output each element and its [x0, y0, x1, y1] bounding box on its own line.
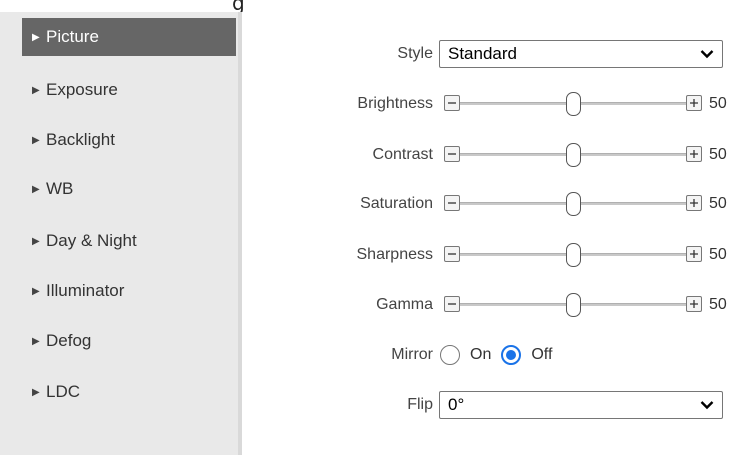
saturation-slider-thumb[interactable]	[566, 192, 581, 216]
plus-icon	[690, 150, 698, 158]
caret-right-icon: ▶	[32, 235, 40, 247]
sidebar-item-label: Illuminator	[46, 281, 125, 300]
mirror-off-label: Off	[531, 346, 553, 363]
caret-right-icon: ▶	[32, 335, 40, 347]
style-select[interactable]: Standard	[439, 40, 723, 68]
cut-header-text: g	[232, 0, 245, 12]
minus-icon	[448, 253, 456, 255]
slider-row-brightness: Brightness 50	[242, 89, 755, 119]
flip-select[interactable]: 0°	[439, 391, 723, 419]
style-row: Style Standard	[242, 39, 755, 69]
saturation-decrease-button[interactable]	[444, 195, 460, 211]
plus-icon	[690, 250, 698, 258]
sidebar-item-day-night[interactable]: ▶ Day & Night	[22, 222, 236, 260]
top-cut-strip: g	[0, 0, 755, 12]
sidebar-item-label: Backlight	[46, 130, 115, 149]
sidebar-item-picture[interactable]: ▶ Picture	[22, 18, 236, 56]
chevron-down-icon	[700, 401, 714, 410]
mirror-on-radio[interactable]	[440, 345, 460, 365]
contrast-label: Contrast	[372, 146, 433, 163]
gamma-label: Gamma	[376, 296, 433, 313]
sharpness-label: Sharpness	[356, 246, 434, 263]
chevron-down-icon	[700, 50, 714, 59]
gamma-decrease-button[interactable]	[444, 296, 460, 312]
minus-icon	[448, 303, 456, 305]
saturation-increase-button[interactable]	[686, 195, 702, 211]
sidebar-item-label: Exposure	[46, 80, 118, 99]
sidebar-item-label: WB	[46, 179, 74, 198]
minus-icon	[448, 202, 456, 204]
plus-icon	[690, 199, 698, 207]
flip-row: Flip 0°	[242, 390, 755, 420]
slider-row-gamma: Gamma 50	[242, 290, 755, 320]
minus-icon	[448, 102, 456, 104]
brightness-value: 50	[709, 95, 727, 112]
plus-icon	[690, 300, 698, 308]
contrast-slider-thumb[interactable]	[566, 143, 581, 167]
sidebar-item-label: Defog	[46, 331, 92, 350]
gamma-slider-thumb[interactable]	[566, 293, 581, 317]
sidebar-item-label: Picture	[46, 27, 99, 46]
mirror-on-label: On	[470, 346, 492, 363]
flip-select-value: 0°	[448, 395, 465, 414]
caret-right-icon: ▶	[32, 84, 40, 96]
sharpness-increase-button[interactable]	[686, 246, 702, 262]
slider-row-sharpness: Sharpness 50	[242, 240, 755, 270]
caret-right-icon: ▶	[32, 31, 40, 43]
slider-row-contrast: Contrast 50	[242, 140, 755, 170]
saturation-label: Saturation	[360, 195, 433, 212]
contrast-value: 50	[709, 146, 727, 163]
plus-icon	[690, 99, 698, 107]
brightness-slider-thumb[interactable]	[566, 92, 581, 116]
sharpness-value: 50	[709, 246, 727, 263]
sidebar-item-exposure[interactable]: ▶ Exposure	[22, 71, 236, 109]
gamma-increase-button[interactable]	[686, 296, 702, 312]
contrast-decrease-button[interactable]	[444, 146, 460, 162]
caret-right-icon: ▶	[32, 285, 40, 297]
gamma-value: 50	[709, 296, 727, 313]
style-select-value: Standard	[448, 44, 517, 63]
slider-row-saturation: Saturation 50	[242, 189, 755, 219]
caret-right-icon: ▶	[32, 134, 40, 146]
sidebar-item-backlight[interactable]: ▶ Backlight	[22, 121, 236, 159]
brightness-label: Brightness	[357, 95, 433, 112]
contrast-increase-button[interactable]	[686, 146, 702, 162]
caret-right-icon: ▶	[32, 183, 40, 195]
sidebar-item-ldc[interactable]: ▶ LDC	[22, 373, 236, 411]
mirror-radio-group: On Off	[440, 340, 562, 370]
brightness-decrease-button[interactable]	[444, 95, 460, 111]
sidebar-item-wb[interactable]: ▶ WB	[22, 170, 236, 208]
caret-right-icon: ▶	[32, 386, 40, 398]
sharpness-slider-thumb[interactable]	[566, 243, 581, 267]
brightness-increase-button[interactable]	[686, 95, 702, 111]
flip-label: Flip	[407, 396, 433, 413]
sidebar-item-label: Day & Night	[46, 231, 137, 250]
sidebar-item-illuminator[interactable]: ▶ Illuminator	[22, 272, 236, 310]
minus-icon	[448, 153, 456, 155]
mirror-row: Mirror On Off	[242, 340, 755, 370]
sidebar-item-label: LDC	[46, 382, 81, 401]
sidebar: ▶ Picture ▶ Exposure ▶ Backlight ▶ WB ▶ …	[0, 12, 242, 455]
saturation-value: 50	[709, 195, 727, 212]
mirror-off-radio[interactable]	[501, 345, 522, 365]
sidebar-item-defog[interactable]: ▶ Defog	[22, 322, 236, 360]
style-label: Style	[397, 45, 433, 62]
mirror-label: Mirror	[391, 346, 433, 363]
sharpness-decrease-button[interactable]	[444, 246, 460, 262]
